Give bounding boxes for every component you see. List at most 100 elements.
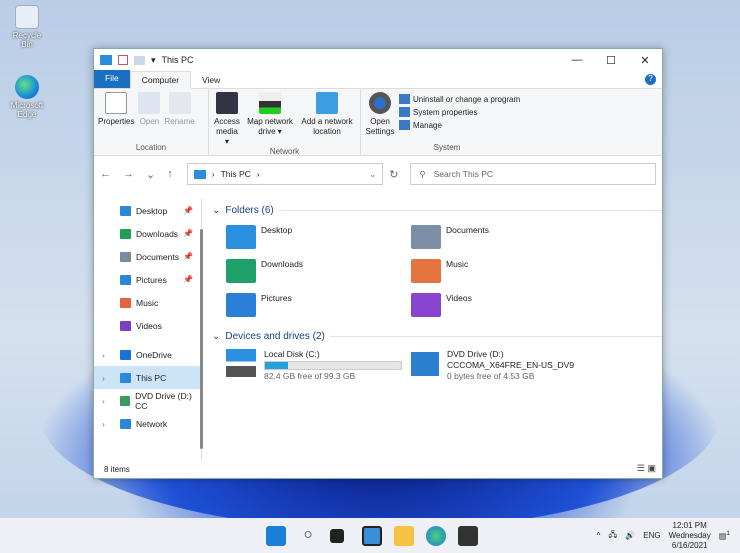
help-icon[interactable]: ? bbox=[645, 74, 656, 85]
folder-downloads[interactable]: Downloads bbox=[226, 259, 411, 283]
clock[interactable]: 12:01 PM Wednesday 6/16/2021 bbox=[669, 521, 711, 551]
sidebar-item-dvd-drive-d-cc[interactable]: › DVD Drive (D:) CC bbox=[94, 389, 201, 412]
desktop-icon-label: Microsoft Edge bbox=[10, 101, 44, 119]
desktop-icon-recycle-bin[interactable]: Recycle Bin bbox=[6, 5, 48, 49]
refresh-button[interactable]: ↻ bbox=[389, 168, 398, 181]
properties-quick-icon[interactable] bbox=[118, 55, 128, 65]
sidebar-item-pictures[interactable]: Pictures 📌 bbox=[94, 268, 201, 291]
tab-view[interactable]: View bbox=[191, 72, 231, 88]
system-properties-button[interactable]: System properties bbox=[399, 107, 520, 117]
sidebar-item-onedrive[interactable]: › OneDrive bbox=[94, 343, 201, 366]
expand-chevron-icon[interactable]: › bbox=[102, 350, 105, 360]
system-properties-icon bbox=[399, 107, 410, 117]
pin-icon: 📌 bbox=[183, 275, 193, 284]
button-label: Uninstall or change a program bbox=[413, 94, 521, 104]
sidebar-item-documents[interactable]: Documents 📌 bbox=[94, 245, 201, 268]
widgets-icon[interactable] bbox=[362, 526, 382, 546]
maximize-button[interactable]: ☐ bbox=[594, 54, 628, 67]
minimize-button[interactable]: — bbox=[560, 54, 594, 67]
folder-icon bbox=[411, 259, 441, 283]
back-button[interactable]: ← bbox=[100, 168, 111, 180]
sidebar-item-network[interactable]: › Network bbox=[94, 412, 201, 435]
notification-count: 1 bbox=[726, 530, 730, 538]
map-network-drive-button[interactable]: Map network drive ▾ bbox=[245, 92, 295, 147]
folder-music[interactable]: Music bbox=[411, 259, 596, 283]
programs-icon bbox=[399, 94, 410, 104]
show-hidden-icons-button[interactable]: ^ bbox=[597, 531, 601, 540]
details-view-icon[interactable]: ☰ bbox=[637, 463, 645, 473]
address-bar[interactable]: › This PC › ⌄ bbox=[186, 163, 384, 185]
add-network-location-button[interactable]: Add a network location bbox=[299, 92, 355, 147]
notifications-button[interactable]: ▤1 bbox=[719, 530, 730, 541]
address-dropdown-icon[interactable]: ⌄ bbox=[369, 169, 376, 180]
sidebar-item-music[interactable]: Music bbox=[94, 291, 201, 314]
network-icon[interactable]: 🖧 bbox=[608, 529, 617, 543]
drive-name: Local Disk (C:) bbox=[264, 349, 320, 359]
rename-button[interactable]: Rename bbox=[164, 92, 195, 143]
folder-icon bbox=[411, 225, 441, 249]
sidebar-item-label: Documents bbox=[136, 251, 179, 262]
content-pane: ⌄ Folders (6) Desktop Documents Downloads Mu… bbox=[212, 201, 662, 392]
close-button[interactable]: ✕ bbox=[628, 54, 662, 67]
sidebar-item-label: Pictures bbox=[136, 274, 167, 285]
recent-locations-button[interactable]: ⌄ bbox=[146, 168, 155, 181]
folder-pictures[interactable]: Pictures bbox=[226, 293, 411, 317]
navigation-pane-scrollbar[interactable] bbox=[200, 229, 203, 449]
open-button[interactable]: Open bbox=[138, 92, 161, 143]
drive-d[interactable]: DVD Drive (D:) CCCOMA_X64FRE_EN-US_DV9 0 b… bbox=[411, 349, 596, 382]
sidebar-item-this-pc[interactable]: › This PC bbox=[94, 366, 201, 389]
quick-access-dropdown-icon[interactable]: ▾ bbox=[151, 55, 156, 66]
expand-chevron-icon[interactable]: › bbox=[102, 419, 105, 429]
new-folder-quick-icon[interactable] bbox=[134, 55, 145, 65]
group-label: Network bbox=[269, 147, 300, 156]
up-button[interactable]: ↑ bbox=[167, 168, 173, 180]
section-title: Devices and drives (2) bbox=[225, 330, 325, 342]
status-item-count: 8 items bbox=[104, 465, 130, 474]
expand-chevron-icon[interactable]: › bbox=[102, 373, 105, 383]
title-bar: ▾ This PC — ☐ ✕ bbox=[94, 49, 662, 71]
folder-label: Music bbox=[446, 259, 469, 269]
button-label: Add a network location bbox=[301, 117, 353, 136]
sidebar-item-label: DVD Drive (D:) CC bbox=[135, 390, 192, 411]
store-icon[interactable] bbox=[458, 526, 478, 546]
folder-label: Videos bbox=[446, 293, 472, 303]
manage-button[interactable]: Manage bbox=[399, 120, 520, 130]
properties-button[interactable]: Properties bbox=[98, 92, 134, 143]
task-view-icon[interactable] bbox=[330, 529, 344, 543]
folder-desktop[interactable]: Desktop bbox=[226, 225, 411, 249]
sidebar-item-videos[interactable]: Videos bbox=[94, 314, 201, 337]
sidebar-item-label: OneDrive bbox=[136, 349, 172, 360]
folder-label: Desktop bbox=[261, 225, 293, 235]
sidebar-item-icon bbox=[120, 418, 131, 429]
drive-c[interactable]: Local Disk (C:) 82.4 GB free of 99.3 GB bbox=[226, 349, 411, 382]
sidebar-item-icon bbox=[120, 251, 131, 262]
folders-section-header[interactable]: ⌄ Folders (6) bbox=[212, 201, 662, 219]
drive-name: DVD Drive (D:) bbox=[447, 349, 504, 359]
drives-section-header[interactable]: ⌄ Devices and drives (2) bbox=[212, 327, 662, 345]
dvd-drive-icon bbox=[411, 352, 439, 376]
tab-computer[interactable]: Computer bbox=[129, 71, 192, 89]
search-box[interactable]: ⚲ Search This PC bbox=[410, 163, 656, 185]
desktop-icon-edge[interactable]: Microsoft Edge bbox=[6, 75, 48, 119]
open-settings-button[interactable]: Open Settings bbox=[365, 92, 395, 143]
system-tray: ^ 🖧 🔊 ENG 12:01 PM Wednesday 6/16/2021 ▤1 bbox=[597, 518, 740, 553]
file-explorer-window: ▾ This PC — ☐ ✕ File Computer View ? Prope… bbox=[93, 48, 663, 479]
folder-videos[interactable]: Videos bbox=[411, 293, 596, 317]
button-label: Map network drive ▾ bbox=[247, 117, 293, 136]
uninstall-program-button[interactable]: Uninstall or change a program bbox=[399, 94, 520, 104]
edge-taskbar-icon[interactable] bbox=[426, 526, 446, 546]
file-explorer-taskbar-icon[interactable] bbox=[394, 526, 414, 546]
language-indicator[interactable]: ENG bbox=[643, 531, 660, 540]
folder-documents[interactable]: Documents bbox=[411, 225, 596, 249]
large-icons-view-icon[interactable]: ▣ bbox=[647, 463, 656, 473]
start-button[interactable] bbox=[266, 526, 286, 546]
tab-file[interactable]: File bbox=[94, 70, 130, 88]
sidebar-item-downloads[interactable]: Downloads 📌 bbox=[94, 222, 201, 245]
sidebar-item-desktop[interactable]: Desktop 📌 bbox=[94, 199, 201, 222]
expand-chevron-icon[interactable]: › bbox=[102, 396, 105, 406]
pin-icon: 📌 bbox=[183, 229, 193, 238]
access-media-button[interactable]: Access media ▾ bbox=[213, 92, 241, 147]
search-taskbar-icon[interactable]: ○ bbox=[298, 526, 318, 546]
volume-icon[interactable]: 🔊 bbox=[625, 531, 635, 540]
forward-button[interactable]: → bbox=[123, 168, 134, 180]
